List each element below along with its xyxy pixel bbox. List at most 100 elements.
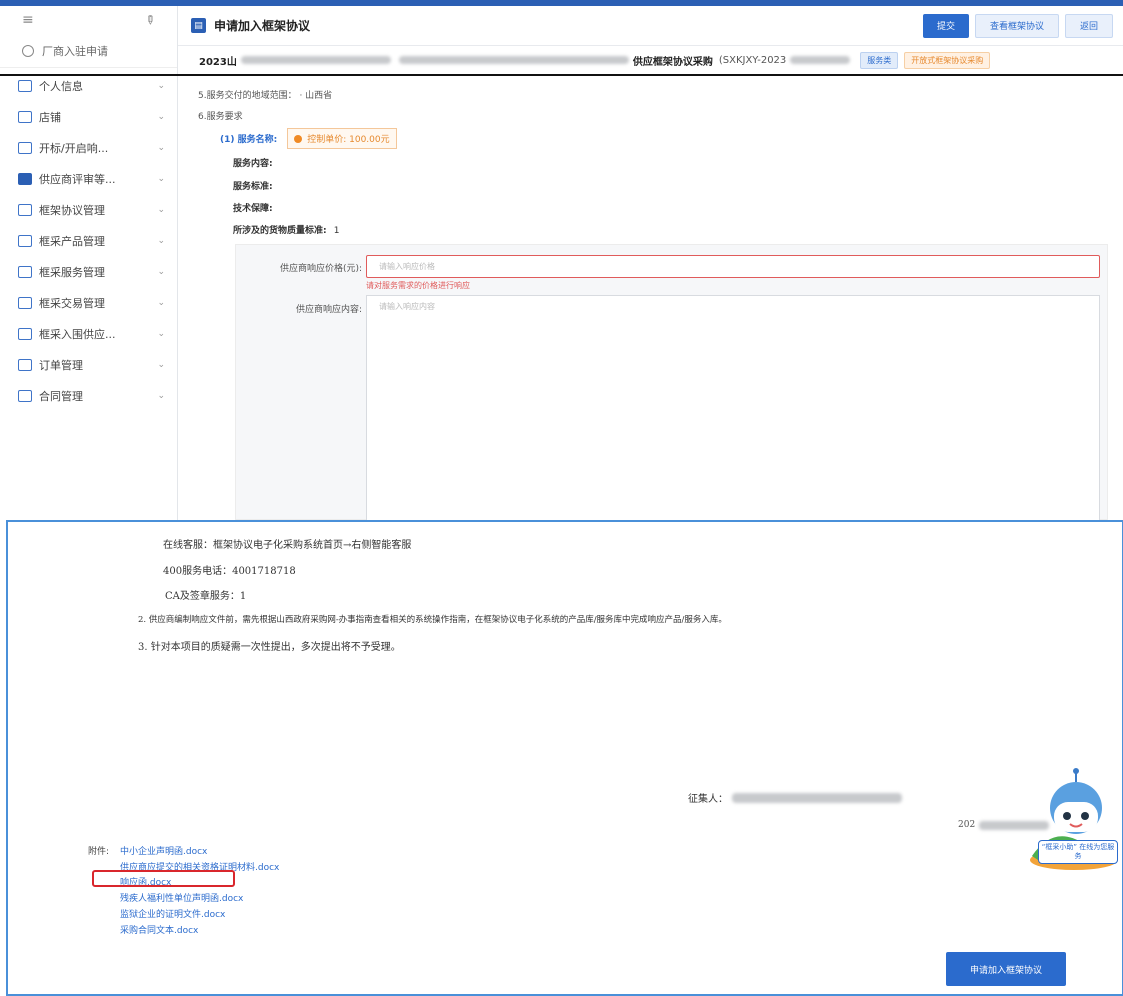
- menu-icon[interactable]: ≡: [22, 12, 34, 28]
- main-content: 5.服务交付的地域范围： · 山西省 6.服务要求 (1) 服务名称: 控制单价…: [178, 76, 1123, 521]
- sidebar-item[interactable]: 订单管理 ⌄: [0, 349, 177, 380]
- doc-line: 2. 供应商编制响应文件前，需先根据山西政府采购网-办事指南查看相关的系统操作指…: [138, 615, 727, 625]
- response-content-textarea[interactable]: 请输入响应内容: [366, 295, 1100, 521]
- sidebar-item-label: 供应商评审等...: [39, 172, 116, 186]
- redacted-text: [240, 56, 391, 64]
- sidebar-item[interactable]: 框采交易管理 ⌄: [0, 287, 177, 318]
- chevron-down-icon: ⌄: [157, 328, 165, 339]
- attachments-label: 附件:: [88, 847, 110, 857]
- chevron-down-icon: ⌄: [157, 173, 165, 184]
- page-title: 申请加入框架协议: [214, 19, 311, 33]
- project-info-bar: 2023山 供应框架协议采购 (SXKJXY-2023 服务类 开放式框架协议采…: [178, 47, 1123, 73]
- procurement-type-tag: 开放式框架协议采购: [904, 51, 991, 69]
- grid-icon: [18, 172, 32, 185]
- sidebar-item-vendor-apply[interactable]: 厂商入驻申请: [0, 34, 177, 68]
- pin-icon[interactable]: ✎: [141, 11, 158, 28]
- redacted-text: [398, 56, 629, 64]
- response-price-input[interactable]: 请输入响应价格: [366, 255, 1100, 278]
- submit-button[interactable]: 提交: [922, 13, 969, 38]
- sidebar-item[interactable]: 框架协议管理 ⌄: [0, 194, 177, 225]
- response-price-label: 供应商响应价格(元):: [279, 264, 362, 274]
- doc-line: CA及签章服务：1: [165, 591, 247, 602]
- quality-standard-row: 所涉及的货物质量标准: 1: [233, 223, 339, 236]
- sidebar-item-label: 开标/开启响...: [39, 141, 109, 155]
- quality-standard-label: 所涉及的货物质量标准:: [233, 226, 327, 236]
- service-icon: [18, 265, 32, 278]
- chevron-down-icon: ⌄: [157, 266, 165, 277]
- shortlist-icon: [18, 327, 32, 340]
- attachment-link[interactable]: 采购合同文本.docx: [120, 923, 198, 936]
- agreement-icon: [18, 203, 32, 216]
- view-agreement-button[interactable]: 查看框架协议: [974, 13, 1059, 38]
- back-button[interactable]: 返回: [1064, 13, 1113, 38]
- attachment-link[interactable]: 残疾人福利性单位声明函.docx: [120, 891, 243, 904]
- response-price-error: 请对服务需求的价格进行响应: [366, 281, 470, 290]
- chevron-down-icon: ⌄: [157, 235, 165, 246]
- document-icon: ▤: [191, 18, 206, 33]
- page-header: ▤ 申请加入框架协议 提交 查看框架协议 返回: [178, 6, 1123, 46]
- sidebar-item-label: 框采交易管理: [39, 296, 105, 310]
- announcement-document: 在线客服：框架协议电子化采购系统首页→右侧智能客服 400服务电话：400171…: [6, 520, 1123, 996]
- doc-line: 3. 针对本项目的质疑需一次性提出，多次提出将不予受理。: [138, 642, 401, 653]
- sidebar-item[interactable]: 框采产品管理 ⌄: [0, 225, 177, 256]
- control-price-badge: 控制单价: 100.00元: [287, 128, 397, 149]
- warning-dot-icon: [294, 134, 303, 143]
- highlight-box: [92, 870, 235, 887]
- order-icon: [18, 358, 32, 371]
- doc-line: 在线客服：框架协议电子化采购系统首页→右侧智能客服: [163, 540, 412, 551]
- sidebar-item[interactable]: 供应商评审等... ⌄: [0, 163, 177, 194]
- sidebar-item-label: 订单管理: [39, 358, 83, 372]
- doc-line: 400服务电话：4001718718: [163, 566, 296, 577]
- assistant-caption[interactable]: “框采小助” 在线为您服务: [1038, 840, 1118, 865]
- sidebar-item-label: 厂商入驻申请: [42, 44, 108, 58]
- sidebar-item-label: 个人信息: [39, 79, 83, 93]
- sidebar-item[interactable]: 框采入围供应... ⌄: [0, 318, 177, 349]
- store-icon: [18, 110, 32, 123]
- sidebar-item[interactable]: 店铺 ⌄: [0, 101, 177, 132]
- service-requirement-heading: 6.服务要求: [198, 112, 243, 122]
- attachment-link[interactable]: 监狱企业的证明文件.docx: [120, 907, 225, 920]
- region-line: 5.服务交付的地域范围： · 山西省: [198, 91, 333, 101]
- chevron-down-icon: ⌄: [157, 142, 165, 153]
- tech-guarantee-label: 技术保障:: [233, 204, 273, 214]
- sidebar-item-label: 框采产品管理: [39, 234, 105, 248]
- sidebar-item-label: 店铺: [39, 110, 61, 124]
- trade-icon: [18, 296, 32, 309]
- project-name-prefix: 2023山: [199, 56, 237, 68]
- apply-join-agreement-button[interactable]: 申请加入框架协议: [946, 952, 1066, 986]
- redacted-text: [790, 56, 851, 64]
- sidebar-item-label: 框架协议管理: [39, 203, 105, 217]
- chevron-down-icon: ⌄: [157, 111, 165, 122]
- sidebar-header: ≡ ✎: [0, 6, 177, 34]
- service-type-tag: 服务类: [860, 51, 899, 69]
- response-content-label: 供应商响应内容:: [295, 305, 362, 315]
- date-prefix: 202: [958, 820, 976, 830]
- bid-icon: [18, 141, 32, 154]
- circle-icon: [22, 44, 34, 57]
- service-standard-label: 服务标准:: [233, 182, 273, 192]
- service-name-label: (1) 服务名称:: [220, 135, 278, 145]
- sidebar-item-label: 框采入围供应...: [39, 327, 116, 341]
- sidebar-item-label: 框采服务管理: [39, 265, 105, 279]
- chevron-down-icon: ⌄: [157, 359, 165, 370]
- chevron-down-icon: ⌄: [157, 297, 165, 308]
- project-code: (SXKJXY-2023: [718, 54, 787, 66]
- contract-icon: [18, 389, 32, 402]
- user-icon: [18, 79, 32, 92]
- collector-line: 征集人：: [688, 790, 906, 805]
- sidebar-item[interactable]: 开标/开启响... ⌄: [0, 132, 177, 163]
- collector-label: 征集人：: [688, 794, 728, 805]
- redacted-text: [732, 792, 902, 803]
- sidebar-menu: 个人信息 ⌄ 店铺 ⌄ 开标/开启响... ⌄ 供应商评审等... ⌄ 框架协议管理 ⌄ 框采产品管…: [0, 70, 177, 411]
- chevron-down-icon: ⌄: [157, 204, 165, 215]
- product-icon: [18, 234, 32, 247]
- sidebar-item-label: 合同管理: [39, 389, 83, 403]
- sidebar: ≡ ✎ 厂商入驻申请 个人信息 ⌄ 店铺 ⌄ 开标/开启响... ⌄ 供应商评审等... ⌄ 框…: [0, 6, 178, 520]
- service-content-label: 服务内容:: [233, 159, 273, 169]
- chevron-down-icon: ⌄: [157, 80, 165, 91]
- attachment-link[interactable]: 中小企业声明函.docx: [120, 844, 207, 857]
- quality-standard-value: 1: [333, 226, 340, 236]
- sidebar-item[interactable]: 合同管理 ⌄: [0, 380, 177, 411]
- service-name-row: (1) 服务名称: 控制单价: 100.00元: [220, 128, 397, 149]
- sidebar-item[interactable]: 框采服务管理 ⌄: [0, 256, 177, 287]
